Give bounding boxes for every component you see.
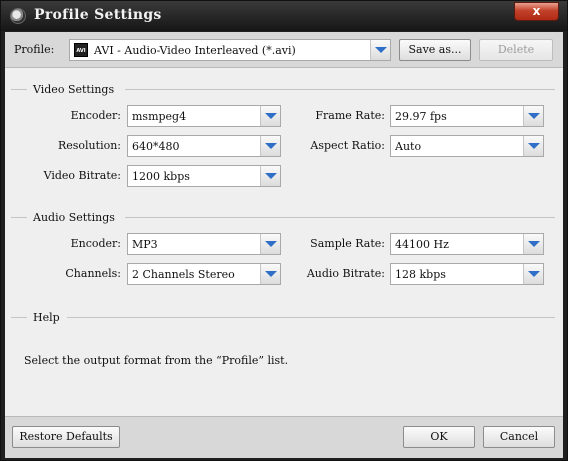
profile-select-value: AVI - Audio-Video Interleaved (*.avi) bbox=[94, 44, 296, 57]
channels-select[interactable]: 2 Channels Stereo bbox=[127, 263, 281, 285]
profile-bar: Profile: AVI AVI - Audio-Video Interleav… bbox=[5, 32, 563, 68]
aspect-ratio-value: Auto bbox=[395, 140, 422, 153]
chevron-down-icon[interactable] bbox=[260, 166, 280, 186]
chevron-down-icon[interactable] bbox=[523, 136, 543, 156]
chevron-down-icon[interactable] bbox=[260, 264, 280, 284]
frame-rate-select[interactable]: 29.97 fps bbox=[390, 105, 544, 127]
footer-bar: Restore Defaults OK Cancel bbox=[5, 416, 563, 458]
video-group-divider-left bbox=[11, 89, 27, 90]
audio-encoder-select[interactable]: MP3 bbox=[127, 233, 281, 255]
close-icon: x bbox=[532, 4, 541, 18]
resolution-select[interactable]: 640*480 bbox=[127, 135, 281, 157]
chevron-down-icon[interactable] bbox=[523, 234, 543, 254]
close-button[interactable]: x bbox=[514, 2, 559, 21]
aspect-ratio-label: Aspect Ratio: bbox=[310, 139, 385, 152]
audio-group-divider-left bbox=[11, 217, 27, 218]
video-group-divider-right bbox=[125, 89, 555, 90]
audio-bitrate-value: 128 kbps bbox=[395, 268, 446, 281]
video-encoder-value: msmpeg4 bbox=[132, 110, 187, 123]
audio-settings-heading: Audio Settings bbox=[33, 211, 115, 224]
chevron-down-icon[interactable] bbox=[260, 106, 280, 126]
video-encoder-label: Encoder: bbox=[70, 109, 121, 122]
ok-button[interactable]: OK bbox=[403, 426, 475, 448]
chevron-down-icon[interactable] bbox=[260, 136, 280, 156]
window-title: Profile Settings bbox=[34, 7, 162, 23]
app-logo-icon bbox=[10, 8, 26, 24]
help-group-divider-left bbox=[11, 317, 27, 318]
dialog-body: Profile: AVI AVI - Audio-Video Interleav… bbox=[5, 32, 563, 458]
profile-label: Profile: bbox=[14, 43, 55, 56]
video-bitrate-select[interactable]: 1200 kbps bbox=[127, 165, 281, 187]
frame-rate-label: Frame Rate: bbox=[315, 109, 385, 122]
audio-bitrate-label: Audio Bitrate: bbox=[306, 267, 385, 280]
channels-label: Channels: bbox=[65, 267, 121, 280]
audio-bitrate-select[interactable]: 128 kbps bbox=[390, 263, 544, 285]
help-heading: Help bbox=[33, 311, 60, 324]
chevron-down-icon[interactable] bbox=[523, 264, 543, 284]
profile-select[interactable]: AVI AVI - Audio-Video Interleaved (*.avi… bbox=[69, 39, 391, 61]
chevron-down-icon[interactable] bbox=[523, 106, 543, 126]
sample-rate-value: 44100 Hz bbox=[395, 238, 449, 251]
frame-rate-value: 29.97 fps bbox=[395, 110, 447, 123]
delete-button: Delete bbox=[479, 39, 553, 61]
help-group-divider-right bbox=[67, 317, 555, 318]
profile-settings-window: Profile Settings x Profile: AVI AVI - Au… bbox=[0, 0, 568, 461]
resolution-label: Resolution: bbox=[57, 139, 121, 152]
chevron-down-icon[interactable] bbox=[370, 40, 390, 60]
sample-rate-select[interactable]: 44100 Hz bbox=[390, 233, 544, 255]
cancel-button[interactable]: Cancel bbox=[483, 426, 555, 448]
save-as-button[interactable]: Save as... bbox=[399, 39, 471, 61]
sample-rate-label: Sample Rate: bbox=[310, 237, 385, 250]
resolution-value: 640*480 bbox=[132, 140, 180, 153]
chevron-down-icon[interactable] bbox=[260, 234, 280, 254]
restore-defaults-button[interactable]: Restore Defaults bbox=[12, 426, 120, 448]
audio-encoder-label: Encoder: bbox=[70, 237, 121, 250]
video-bitrate-label: Video Bitrate: bbox=[43, 169, 121, 182]
help-text: Select the output format from the “Profi… bbox=[24, 354, 289, 367]
title-bar[interactable]: Profile Settings x bbox=[1, 1, 567, 31]
channels-value: 2 Channels Stereo bbox=[132, 268, 235, 281]
aspect-ratio-select[interactable]: Auto bbox=[390, 135, 544, 157]
video-settings-heading: Video Settings bbox=[33, 83, 115, 96]
audio-group-divider-right bbox=[125, 217, 555, 218]
video-encoder-select[interactable]: msmpeg4 bbox=[127, 105, 281, 127]
avi-format-icon: AVI bbox=[74, 43, 88, 57]
video-bitrate-value: 1200 kbps bbox=[132, 170, 190, 183]
audio-encoder-value: MP3 bbox=[132, 238, 158, 251]
